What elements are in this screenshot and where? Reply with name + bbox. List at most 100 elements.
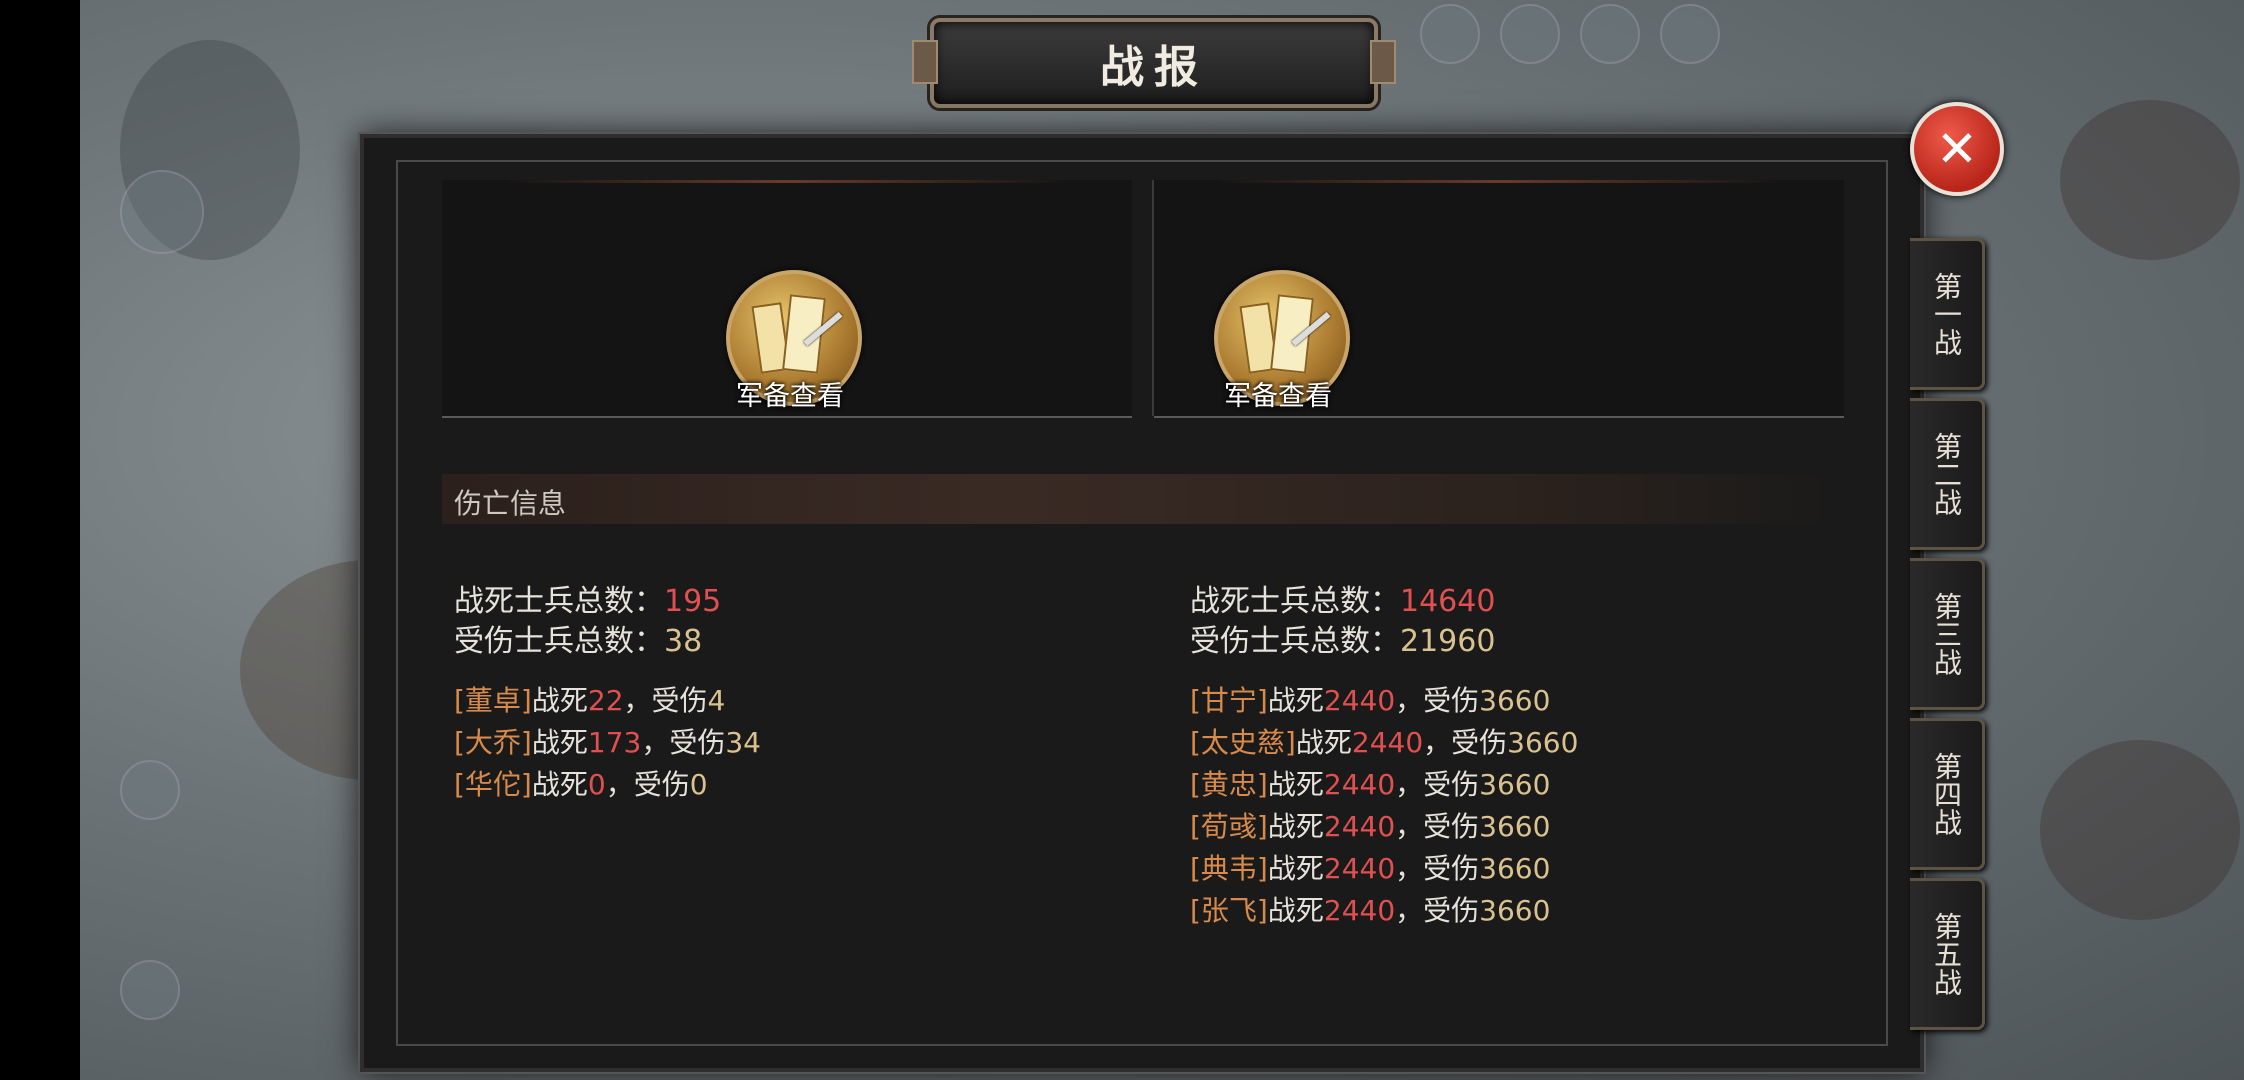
general-row: [大乔]战死173，受伤34	[454, 722, 761, 764]
left-casualty-info: 战死士兵总数：195 受伤士兵总数：38 [董卓]战死22，受伤4 [大乔]战死…	[454, 582, 761, 806]
close-button[interactable]: ✕	[1910, 102, 2004, 196]
killed-value: 2440	[1323, 810, 1396, 843]
general-name: [黄忠]	[1190, 768, 1268, 801]
total-wounded-value: 21960	[1400, 624, 1496, 659]
killed-value: 0	[587, 768, 606, 801]
wounded-value: 34	[725, 726, 761, 759]
killed-value: 2440	[1323, 768, 1396, 801]
general-list: [董卓]战死22，受伤4 [大乔]战死173，受伤34 [华佗]战死0，受伤0	[454, 680, 761, 806]
hud-icon	[120, 170, 204, 254]
background-blur-shape	[2060, 100, 2240, 260]
box-top-line	[502, 180, 1072, 183]
total-wounded-label: 受伤士兵总数：	[454, 624, 664, 659]
box-top-line	[1214, 180, 1784, 183]
general-row: [张飞]战死2440，受伤3660	[1190, 890, 1578, 932]
total-wounded-value: 38	[664, 624, 703, 659]
tab-label: 第三战	[1930, 592, 1963, 676]
hud-icon	[120, 760, 180, 820]
background-blur-shape	[2040, 740, 2240, 920]
killed-value: 22	[587, 684, 624, 717]
total-killed-row: 战死士兵总数：195	[454, 582, 761, 622]
general-name: [太史慈]	[1190, 726, 1296, 759]
general-row: [甘宁]战死2440，受伤3660	[1190, 680, 1578, 722]
total-wounded-row: 受伤士兵总数：38	[454, 622, 761, 662]
killed-value: 2440	[1323, 684, 1396, 717]
total-wounded-row: 受伤士兵总数：21960	[1190, 622, 1578, 662]
wounded-label: ，受伤	[623, 684, 708, 717]
tab-label: 第一战	[1930, 272, 1963, 356]
killed-label: 战死	[1267, 684, 1324, 717]
general-row: [典韦]战死2440，受伤3660	[1190, 848, 1578, 890]
wounded-label: ，受伤	[1395, 894, 1480, 927]
general-row: [华佗]战死0，受伤0	[454, 764, 761, 806]
tab-label: 第二战	[1930, 432, 1963, 516]
tab-battle-3[interactable]: 第三战	[1910, 558, 1985, 710]
wounded-label: ，受伤	[1395, 852, 1480, 885]
total-killed-value: 14640	[1400, 584, 1496, 619]
killed-label: 战死	[1267, 852, 1324, 885]
wounded-label: ，受伤	[1423, 726, 1508, 759]
wounded-value: 3660	[1479, 852, 1551, 885]
wounded-label: ，受伤	[605, 768, 690, 801]
general-name: [张飞]	[1190, 894, 1268, 927]
general-name: [典韦]	[1190, 852, 1268, 885]
hud-icon	[1500, 4, 1560, 64]
total-killed-value: 195	[664, 584, 722, 619]
section-header: 伤亡信息	[442, 474, 1842, 524]
killed-value: 2440	[1323, 852, 1396, 885]
equip-view-label: 军备查看	[736, 381, 844, 412]
page-title: 战报	[1100, 42, 1208, 93]
wounded-value: 3660	[1479, 768, 1551, 801]
wounded-value: 3660	[1479, 684, 1551, 717]
killed-label: 战死	[531, 768, 588, 801]
general-name: [大乔]	[454, 726, 532, 759]
tab-label: 第四战	[1930, 752, 1963, 836]
general-row: [荀彧]战死2440，受伤3660	[1190, 806, 1578, 848]
wounded-value: 4	[707, 684, 726, 717]
left-equip-view-button[interactable]: 军备查看	[720, 270, 862, 412]
general-name: [荀彧]	[1190, 810, 1268, 843]
hud-icon	[1580, 4, 1640, 64]
total-killed-row: 战死士兵总数：14640	[1190, 582, 1578, 622]
tab-label: 第五战	[1930, 912, 1963, 996]
general-row: [黄忠]战死2440，受伤3660	[1190, 764, 1578, 806]
equip-view-label: 军备查看	[1224, 381, 1332, 412]
wounded-value: 3660	[1507, 726, 1579, 759]
wounded-label: ，受伤	[1395, 684, 1480, 717]
tab-battle-2[interactable]: 第二战	[1910, 398, 1985, 550]
general-row: [董卓]战死22，受伤4	[454, 680, 761, 722]
killed-label: 战死	[1267, 894, 1324, 927]
killed-label: 战死	[531, 726, 588, 759]
hud-icon	[1420, 4, 1480, 64]
left-equip-box: 军备查看	[442, 180, 1132, 418]
title-plate: 战报	[912, 18, 1396, 108]
wounded-value: 3660	[1479, 810, 1551, 843]
right-equip-box: 军备查看	[1154, 180, 1844, 418]
section-title: 伤亡信息	[454, 487, 567, 520]
tab-battle-4[interactable]: 第四战	[1910, 718, 1985, 870]
close-icon: ✕	[1936, 120, 1978, 178]
total-killed-label: 战死士兵总数：	[454, 584, 664, 619]
general-name: [华佗]	[454, 768, 532, 801]
tab-battle-1[interactable]: 第一战	[1910, 238, 1985, 390]
killed-label: 战死	[531, 684, 588, 717]
panel-content: 军备查看 军备查看 伤亡信息 战死士兵总数：195 受伤士兵总数：38 [董卓]…	[396, 160, 1888, 1046]
killed-label: 战死	[1295, 726, 1352, 759]
right-equip-view-button[interactable]: 军备查看	[1208, 270, 1350, 412]
killed-value: 2440	[1351, 726, 1424, 759]
right-casualty-info: 战死士兵总数：14640 受伤士兵总数：21960 [甘宁]战死2440，受伤3…	[1190, 582, 1578, 932]
killed-value: 2440	[1323, 894, 1396, 927]
general-list: [甘宁]战死2440，受伤3660 [太史慈]战死2440，受伤3660 [黄忠…	[1190, 680, 1578, 932]
general-name: [董卓]	[454, 684, 532, 717]
total-killed-label: 战死士兵总数：	[1190, 584, 1400, 619]
tab-battle-5[interactable]: 第五战	[1910, 878, 1985, 1030]
wounded-label: ，受伤	[1395, 810, 1480, 843]
total-wounded-label: 受伤士兵总数：	[1190, 624, 1400, 659]
hud-icon	[120, 960, 180, 1020]
killed-label: 战死	[1267, 810, 1324, 843]
wounded-label: ，受伤	[641, 726, 726, 759]
general-name: [甘宁]	[1190, 684, 1268, 717]
wounded-label: ，受伤	[1395, 768, 1480, 801]
wounded-value: 0	[689, 768, 708, 801]
hud-icon	[1660, 4, 1720, 64]
